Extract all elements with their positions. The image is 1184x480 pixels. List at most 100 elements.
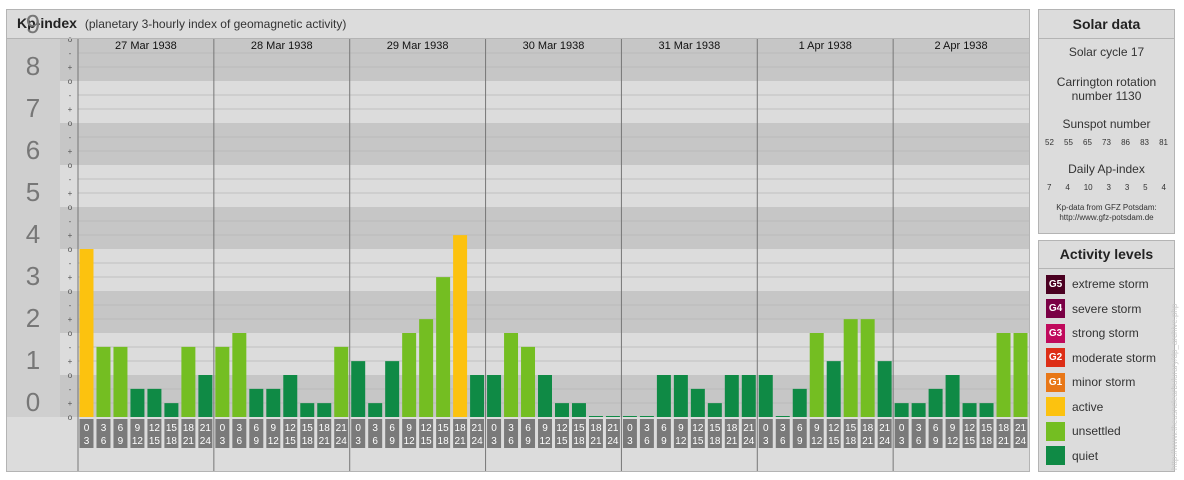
y-minor-tick: + — [68, 315, 73, 324]
legend-item-quiet: quiet — [1046, 446, 1098, 466]
legend-swatch — [1046, 397, 1065, 416]
interval-start-label: 12 — [692, 423, 704, 434]
interval-start-label: 15 — [302, 423, 314, 434]
interval-end-label: 18 — [438, 436, 450, 447]
interval-end-label: 12 — [811, 436, 823, 447]
kp-band — [7, 123, 1029, 165]
kp-bar — [487, 375, 502, 417]
y-minor-tick: + — [68, 189, 73, 198]
interval-start-label: 15 — [573, 423, 585, 434]
interval-start-label: 12 — [285, 423, 297, 434]
interval-end-label: 24 — [607, 436, 619, 447]
interval-end-label: 15 — [421, 436, 433, 447]
y-minor-tick: + — [68, 147, 73, 156]
interval-end-label: 18 — [845, 436, 857, 447]
sunspot-value: 55 — [1064, 138, 1073, 147]
interval-start-label: 21 — [607, 423, 619, 434]
kp-bar — [79, 249, 94, 417]
y-minor-tick: - — [69, 175, 72, 184]
interval-end-label: 3 — [355, 436, 361, 447]
interval-start-label: 12 — [149, 423, 161, 434]
interval-end-label: 9 — [933, 436, 939, 447]
legend-item-extreme-storm: G5 extreme storm — [1046, 274, 1149, 294]
interval-end-label: 24 — [200, 436, 212, 447]
activity-levels-panel: Activity levels G5 extreme storm G4 severe … — [1038, 240, 1175, 472]
y-axis-label: 6 — [26, 135, 40, 165]
solar-cycle-label: Solar cycle 17 — [1068, 45, 1145, 59]
interval-end-label: 9 — [389, 436, 395, 447]
interval-start-label: 18 — [862, 423, 874, 434]
ap-value: 10 — [1083, 183, 1093, 192]
interval-end-label: 24 — [879, 436, 891, 447]
legend-item-active: active — [1046, 397, 1103, 417]
interval-start-label: 21 — [200, 423, 212, 434]
kp-bar — [96, 346, 111, 417]
y-axis-label: 4 — [26, 219, 40, 249]
y-minor-tick: - — [69, 49, 72, 58]
legend-item-unsettled: unsettled — [1046, 421, 1121, 441]
kp-bar — [1013, 333, 1028, 417]
data-source-link[interactable]: http://www.gfz-potsdam.de — [1039, 213, 1174, 223]
legend-label: extreme storm — [1072, 277, 1149, 291]
interval-start-label: 9 — [271, 423, 277, 434]
y-minor-tick: + — [68, 105, 73, 114]
interval-start-label: 3 — [372, 423, 378, 434]
interval-end-label: 6 — [780, 436, 786, 447]
kp-bar — [707, 403, 722, 417]
interval-start-label: 3 — [916, 423, 922, 434]
kp-bar — [538, 375, 552, 417]
kp-bar — [351, 361, 366, 417]
interval-end-label: 18 — [302, 436, 314, 447]
interval-end-label: 15 — [285, 436, 297, 447]
kp-bar — [283, 375, 298, 417]
y-axis-label: 0 — [26, 387, 40, 417]
kp-bar — [894, 403, 909, 417]
interval-start-label: 6 — [661, 423, 667, 434]
interval-start-label: 18 — [183, 423, 195, 434]
day-label: 2 Apr 1938 — [934, 40, 987, 52]
interval-end-label: 21 — [455, 436, 467, 447]
y-minor-tick: + — [68, 63, 73, 72]
interval-start-label: 21 — [743, 423, 755, 434]
interval-start-label: 3 — [237, 423, 243, 434]
kp-bar — [470, 375, 485, 417]
interval-end-label: 24 — [336, 436, 348, 447]
interval-end-label: 24 — [1015, 436, 1027, 447]
ap-value: 3 — [1106, 183, 1111, 192]
interval-start-label: 6 — [254, 423, 260, 434]
carrington-rotation-number: number 1130 — [1071, 89, 1142, 103]
interval-start-label: 9 — [135, 423, 141, 434]
kp-bar — [911, 403, 926, 417]
y-minor-tick: o — [68, 287, 73, 296]
interval-start-label: 18 — [726, 423, 738, 434]
y-axis-label: 9 — [26, 10, 40, 39]
interval-start-label: 12 — [421, 423, 433, 434]
interval-start-label: 21 — [472, 423, 484, 434]
interval-start-label: 0 — [763, 423, 769, 434]
kp-bar — [996, 333, 1011, 417]
day-label: 1 Apr 1938 — [799, 40, 852, 52]
kp-bar — [249, 388, 264, 417]
sunspot-number-title: Sunspot number — [1062, 117, 1151, 131]
activity-levels-divider — [1039, 268, 1174, 269]
solar-data-title: Solar data — [1072, 16, 1141, 32]
kp-bar — [792, 388, 807, 417]
interval-start-label: 3 — [644, 423, 650, 434]
kp-bar — [198, 375, 213, 417]
interval-end-label: 21 — [998, 436, 1010, 447]
interval-end-label: 12 — [404, 436, 416, 447]
interval-start-label: 12 — [556, 423, 568, 434]
kp-bar — [232, 333, 247, 417]
sunspot-value: 86 — [1121, 138, 1130, 147]
kp-chart: 0123456789o+-o+-o+-o+-o+-o+-o+-o+-o+-o27… — [7, 10, 1029, 471]
interval-end-label: 18 — [709, 436, 721, 447]
interval-end-label: 3 — [763, 436, 769, 447]
interval-end-label: 12 — [539, 436, 551, 447]
ap-value: 7 — [1047, 183, 1052, 192]
interval-start-label: 18 — [998, 423, 1010, 434]
ap-value: 4 — [1065, 183, 1070, 192]
legend-item-minor-storm: G1 minor storm — [1046, 372, 1135, 392]
kp-bar — [877, 361, 892, 417]
y-axis-label: 5 — [26, 177, 40, 207]
solar-data-panel: Solar data Solar cycle 17 Carrington rot… — [1038, 9, 1175, 234]
